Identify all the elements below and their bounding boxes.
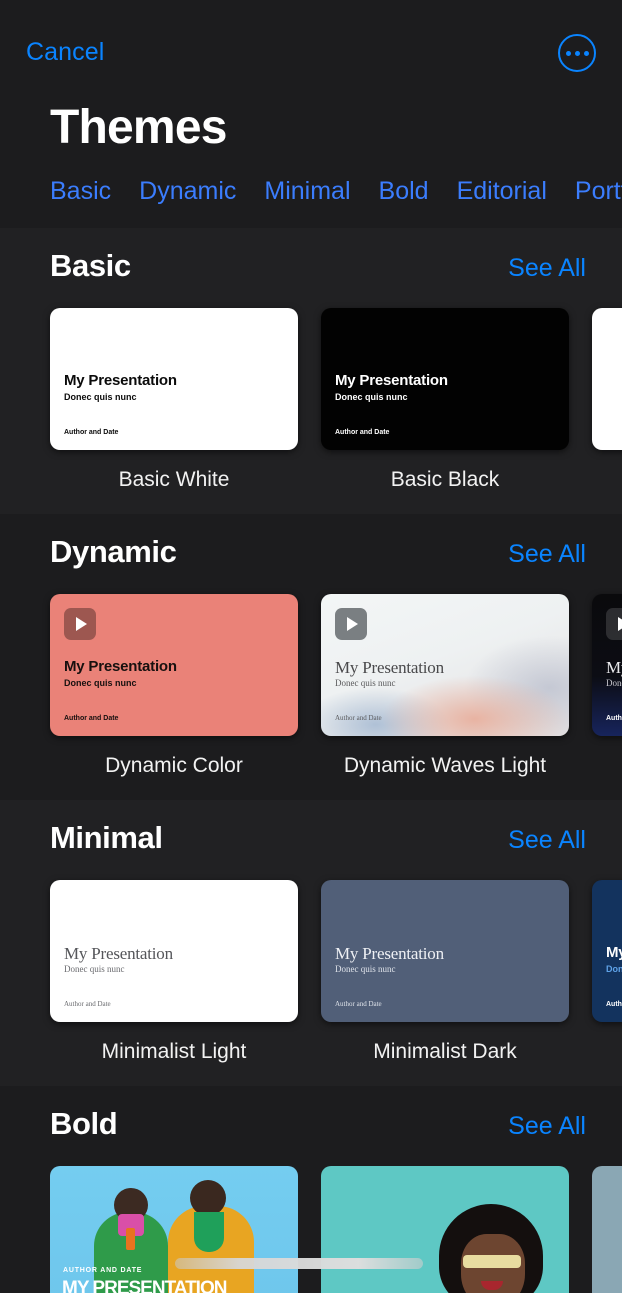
slide-title: My Presentation <box>64 658 177 675</box>
slide-subtitle: Donec quis nunc <box>335 392 408 402</box>
section-title: Dynamic <box>50 534 176 570</box>
slide-subtitle: Donec quis nunc <box>64 678 137 688</box>
slide-subtitle: Donec quis nunc <box>606 678 622 688</box>
theme-cell[interactable]: My Presentation Donec quis nunc Author a… <box>321 594 569 778</box>
slide-subtitle: Donec quis nunc <box>335 678 396 688</box>
play-icon <box>606 608 622 640</box>
slide-title: My Presentation <box>335 372 448 389</box>
theme-thumbnail-dynamic-color[interactable]: My Presentation Donec quis nunc Author a… <box>50 594 298 736</box>
figure-shape <box>194 1212 224 1252</box>
slide-title: My Presentation <box>64 372 177 389</box>
dot <box>566 51 571 56</box>
slide-subtitle: Donec quis nunc <box>64 964 125 974</box>
theme-cell-partial[interactable]: My Presentation Donec quis nunc Author a… <box>592 594 622 778</box>
theme-thumbnail-partial[interactable] <box>592 1166 622 1293</box>
theme-thumbnail-partial[interactable]: My Presentation Donec quis nunc Author a… <box>592 594 622 736</box>
theme-thumbnail-partial[interactable]: My Presentation Donec quis nunc Author a… <box>592 880 622 1022</box>
theme-cell[interactable]: My Presentation Donec quis nunc Author a… <box>321 880 569 1064</box>
theme-name: Minimalist Dark <box>321 1040 569 1064</box>
slide-title: My Presentation <box>606 658 622 678</box>
section-dynamic: Dynamic See All My Presentation Donec qu… <box>0 514 622 800</box>
section-header: Minimal See All <box>0 800 622 856</box>
theme-name: Basic Black <box>321 468 569 492</box>
theme-cell-partial[interactable] <box>592 1166 622 1293</box>
theme-name: Basic White <box>50 468 298 492</box>
theme-row-dynamic[interactable]: My Presentation Donec quis nunc Author a… <box>0 570 622 778</box>
slide-footer: Author and Date <box>64 1000 111 1008</box>
section-title: Bold <box>50 1106 117 1142</box>
play-icon <box>335 608 367 640</box>
theme-cell[interactable]: My Presentation Donec quis nunc Author a… <box>50 594 298 778</box>
slide-footer: Author and Date <box>335 714 382 722</box>
see-all-dynamic[interactable]: See All <box>508 540 586 569</box>
slide-title: My Presentation <box>335 658 444 678</box>
theme-thumbnail-partial[interactable] <box>592 308 622 450</box>
slide-subtitle: Donec quis nunc <box>606 964 622 974</box>
slide-footer: Author and Date <box>64 715 118 722</box>
slide-title: MY PRESENTATION <box>62 1279 226 1293</box>
theme-cell[interactable]: AUTHOR AND DATE MY PRESENTATION <box>50 1166 298 1293</box>
theme-cell[interactable] <box>321 1166 569 1293</box>
slide-author: AUTHOR AND DATE <box>63 1267 142 1274</box>
navigation-bar: Cancel <box>0 0 622 96</box>
theme-row-minimal[interactable]: My Presentation Donec quis nunc Author a… <box>0 856 622 1064</box>
theme-cell-partial[interactable]: My Presentation Donec quis nunc Author a… <box>592 880 622 1064</box>
ellipsis-circle-icon[interactable] <box>558 34 596 72</box>
theme-cell[interactable]: My Presentation Donec quis nunc Author a… <box>50 880 298 1064</box>
sunglasses-shape <box>463 1255 521 1268</box>
tab-portfolio[interactable]: Portfo <box>575 177 622 206</box>
section-basic: Basic See All My Presentation Donec quis… <box>0 228 622 514</box>
slide-subtitle: Donec quis nunc <box>335 964 396 974</box>
theme-cell[interactable]: My Presentation Donec quis nunc Author a… <box>50 308 298 492</box>
tab-bold[interactable]: Bold <box>379 177 429 206</box>
figure-shape <box>126 1228 135 1250</box>
see-all-bold[interactable]: See All <box>508 1112 586 1141</box>
section-title: Basic <box>50 248 131 284</box>
category-tab-bar[interactable]: Basic Dynamic Minimal Bold Editorial Por… <box>0 155 622 206</box>
theme-sections: Basic See All My Presentation Donec quis… <box>0 228 622 1293</box>
section-header: Dynamic See All <box>0 514 622 570</box>
theme-cell[interactable]: My Presentation Donec quis nunc Author a… <box>321 308 569 492</box>
slide-footer: Author and Date <box>606 715 622 722</box>
slide-title: My Presentation <box>606 944 622 961</box>
slide-subtitle: Donec quis nunc <box>64 392 137 402</box>
theme-row-bold[interactable]: AUTHOR AND DATE MY PRESENTATION <box>0 1142 622 1293</box>
section-title: Minimal <box>50 820 163 856</box>
theme-name: Dynamic Waves Light <box>321 754 569 778</box>
theme-thumbnail-basic-white[interactable]: My Presentation Donec quis nunc Author a… <box>50 308 298 450</box>
slide-footer: Author and Date <box>335 1000 382 1008</box>
theme-thumbnail-bold-one[interactable]: AUTHOR AND DATE MY PRESENTATION <box>50 1166 298 1293</box>
theme-thumbnail-bold-two[interactable] <box>321 1166 569 1293</box>
section-header: Bold See All <box>0 1086 622 1142</box>
theme-row-basic[interactable]: My Presentation Donec quis nunc Author a… <box>0 284 622 492</box>
theme-thumbnail-minimalist-light[interactable]: My Presentation Donec quis nunc Author a… <box>50 880 298 1022</box>
slide-footer: Author and Date <box>64 429 118 436</box>
section-header: Basic See All <box>0 228 622 284</box>
theme-thumbnail-basic-black[interactable]: My Presentation Donec quis nunc Author a… <box>321 308 569 450</box>
tab-basic[interactable]: Basic <box>50 177 111 206</box>
slide-footer: Author and Date <box>335 429 389 436</box>
theme-thumbnail-minimalist-dark[interactable]: My Presentation Donec quis nunc Author a… <box>321 880 569 1022</box>
see-all-minimal[interactable]: See All <box>508 826 586 855</box>
dot <box>575 51 580 56</box>
figure-shape <box>190 1180 226 1216</box>
horizontal-scroll-indicator[interactable] <box>175 1258 423 1269</box>
see-all-basic[interactable]: See All <box>508 254 586 283</box>
themes-picker-screen: Cancel Themes Basic Dynamic Minimal Bold… <box>0 0 622 1293</box>
theme-name: Dynamic Color <box>50 754 298 778</box>
tab-editorial[interactable]: Editorial <box>457 177 547 206</box>
tab-dynamic[interactable]: Dynamic <box>139 177 236 206</box>
slide-footer: Author and Date <box>606 1001 622 1008</box>
theme-name: Minimalist Light <box>50 1040 298 1064</box>
play-icon <box>64 608 96 640</box>
tab-minimal[interactable]: Minimal <box>264 177 350 206</box>
dot <box>584 51 589 56</box>
theme-cell-partial[interactable] <box>592 308 622 492</box>
slide-title: My Presentation <box>335 944 444 964</box>
page-title: Themes <box>0 96 622 155</box>
section-minimal: Minimal See All My Presentation Donec qu… <box>0 800 622 1086</box>
cancel-button[interactable]: Cancel <box>26 38 104 67</box>
slide-title: My Presentation <box>64 944 173 964</box>
theme-thumbnail-dynamic-waves-light[interactable]: My Presentation Donec quis nunc Author a… <box>321 594 569 736</box>
